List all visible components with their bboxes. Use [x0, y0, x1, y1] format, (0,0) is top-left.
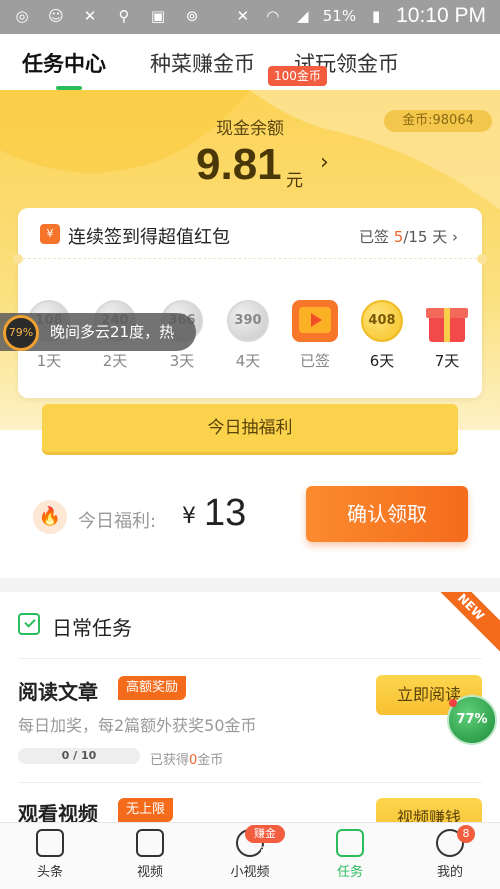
sign-in-status-suffix: /15 天 ›	[403, 228, 458, 246]
voicemail-icon: ⊚	[185, 7, 199, 25]
wifi-icon: ◠	[266, 7, 280, 25]
status-bar: ◎ ☺ ✕ ⚲ ▣ ⊚ ✕ ◠ ◢ 51% ▮ 10:10 PM	[0, 0, 500, 34]
headline-icon	[36, 829, 64, 857]
day-label: 2天	[102, 352, 128, 370]
sign-day-6[interactable]: 408 6天	[357, 300, 407, 371]
earned-suffix: 金币	[197, 753, 224, 768]
signed-days-count: 5	[393, 228, 404, 246]
daily-tasks-title: 日常任务	[52, 616, 132, 640]
app-notification-icon: ◎	[15, 7, 29, 25]
earn-coins-badge: 赚金币	[245, 825, 285, 858]
unread-count-badge: 8	[457, 825, 475, 843]
task-tag-read: 高额奖励	[118, 676, 187, 700]
task-icon	[336, 829, 364, 857]
sign-day-7[interactable]: 7天	[422, 300, 472, 371]
red-packet-icon: ¥	[40, 224, 60, 244]
cash-balance-unit: 元	[286, 171, 303, 191]
daily-tasks-section: 日常任务 NEW 阅读文章 高额奖励 每日加奖，每2篇额外获奖50金币 0 / …	[0, 592, 500, 822]
card-notch-right	[477, 254, 487, 264]
top-tab-bar: 任务中心 种菜赚金币 试玩领金币	[0, 34, 500, 90]
welfare-label: 今日福利:	[78, 511, 157, 532]
gold-coin-icon: 408	[361, 300, 403, 342]
sign-day-4: 390 4天	[223, 300, 273, 371]
nav-item-profile[interactable]: 8 我的	[415, 825, 485, 880]
card-divider	[18, 258, 482, 259]
task-earned-read: 已获得0金币	[150, 749, 223, 768]
video-reward-icon	[292, 300, 338, 342]
battery-icon: ▮	[371, 7, 381, 25]
task-desc-read: 每日加奖，每2篇额外获奖50金币	[18, 716, 257, 735]
chevron-right-icon[interactable]: ›	[320, 150, 329, 175]
card-notch-left	[13, 254, 23, 264]
day-label: 3天	[169, 352, 195, 370]
coin-icon: 390	[227, 300, 269, 342]
notification-dot	[449, 699, 457, 707]
nav-item-short-video[interactable]: 赚金币 小视频	[215, 825, 285, 880]
battery-percent: 51%	[322, 7, 357, 25]
cash-balance-label: 现金余额	[216, 119, 284, 139]
nav-label: 视频	[136, 865, 163, 880]
day-label: 1天	[36, 352, 62, 370]
sign-day-5[interactable]: 已签	[290, 300, 340, 371]
divider	[18, 658, 482, 659]
location-icon: ⚲	[118, 7, 130, 25]
welfare-value: 13	[204, 492, 247, 534]
bottom-navigation: 头条 视频 赚金币 小视频 任务 8 我的	[0, 822, 500, 889]
video-earn-button[interactable]: 视频赚钱	[376, 798, 482, 822]
sign-in-progress[interactable]: 已签 5/15 天 ›	[359, 226, 458, 247]
confirm-claim-button[interactable]: 确认领取	[306, 486, 468, 542]
nav-item-task[interactable]: 任务	[315, 829, 385, 880]
gift-icon	[426, 300, 468, 342]
image-notification-icon: ▣	[150, 7, 166, 25]
toast-progress-badge: 79%	[3, 315, 39, 351]
day-label: 已签	[299, 352, 330, 370]
clock: 10:10 PM	[396, 4, 486, 27]
task-title-read: 阅读文章	[18, 680, 98, 704]
divider	[18, 782, 482, 783]
signal-icon: ◢	[296, 7, 309, 25]
nav-item-headline[interactable]: 头条	[15, 829, 85, 880]
mute-icon: ✕	[236, 7, 250, 25]
task-tag-video: 无上限	[118, 798, 174, 822]
video-icon	[136, 829, 164, 857]
earned-prefix: 已获得	[150, 753, 190, 768]
cash-balance-value[interactable]: 9.81	[196, 140, 282, 190]
tab-task-center[interactable]: 任务中心	[22, 48, 106, 78]
fire-icon: 🔥	[33, 500, 67, 534]
nav-label: 小视频	[230, 865, 270, 880]
day-label: 6天	[369, 352, 395, 370]
new-ribbon-badge: NEW	[424, 592, 500, 654]
nav-label: 头条	[36, 865, 63, 880]
nav-label: 我的	[436, 865, 463, 880]
welfare-currency: ¥	[182, 504, 196, 529]
task-title-video: 观看视频	[18, 802, 98, 822]
lottery-button[interactable]: 今日抽福利	[42, 404, 458, 452]
nav-item-video[interactable]: 视频	[115, 829, 185, 880]
reward-tag: 100金币	[268, 66, 327, 86]
day-label: 4天	[235, 352, 261, 370]
sign-in-status-prefix: 已签	[358, 228, 394, 246]
sign-in-title: 连续签到得超值红包	[68, 227, 230, 248]
nav-label: 任务	[336, 865, 363, 880]
tools-notification-icon: ✕	[83, 7, 97, 25]
task-progress-read: 0 / 10	[18, 748, 140, 764]
tab-farm-coins[interactable]: 种菜赚金币	[150, 48, 255, 78]
checklist-icon	[18, 613, 40, 635]
emoji-notification-icon: ☺	[48, 7, 64, 25]
day-label: 7天	[434, 352, 460, 370]
